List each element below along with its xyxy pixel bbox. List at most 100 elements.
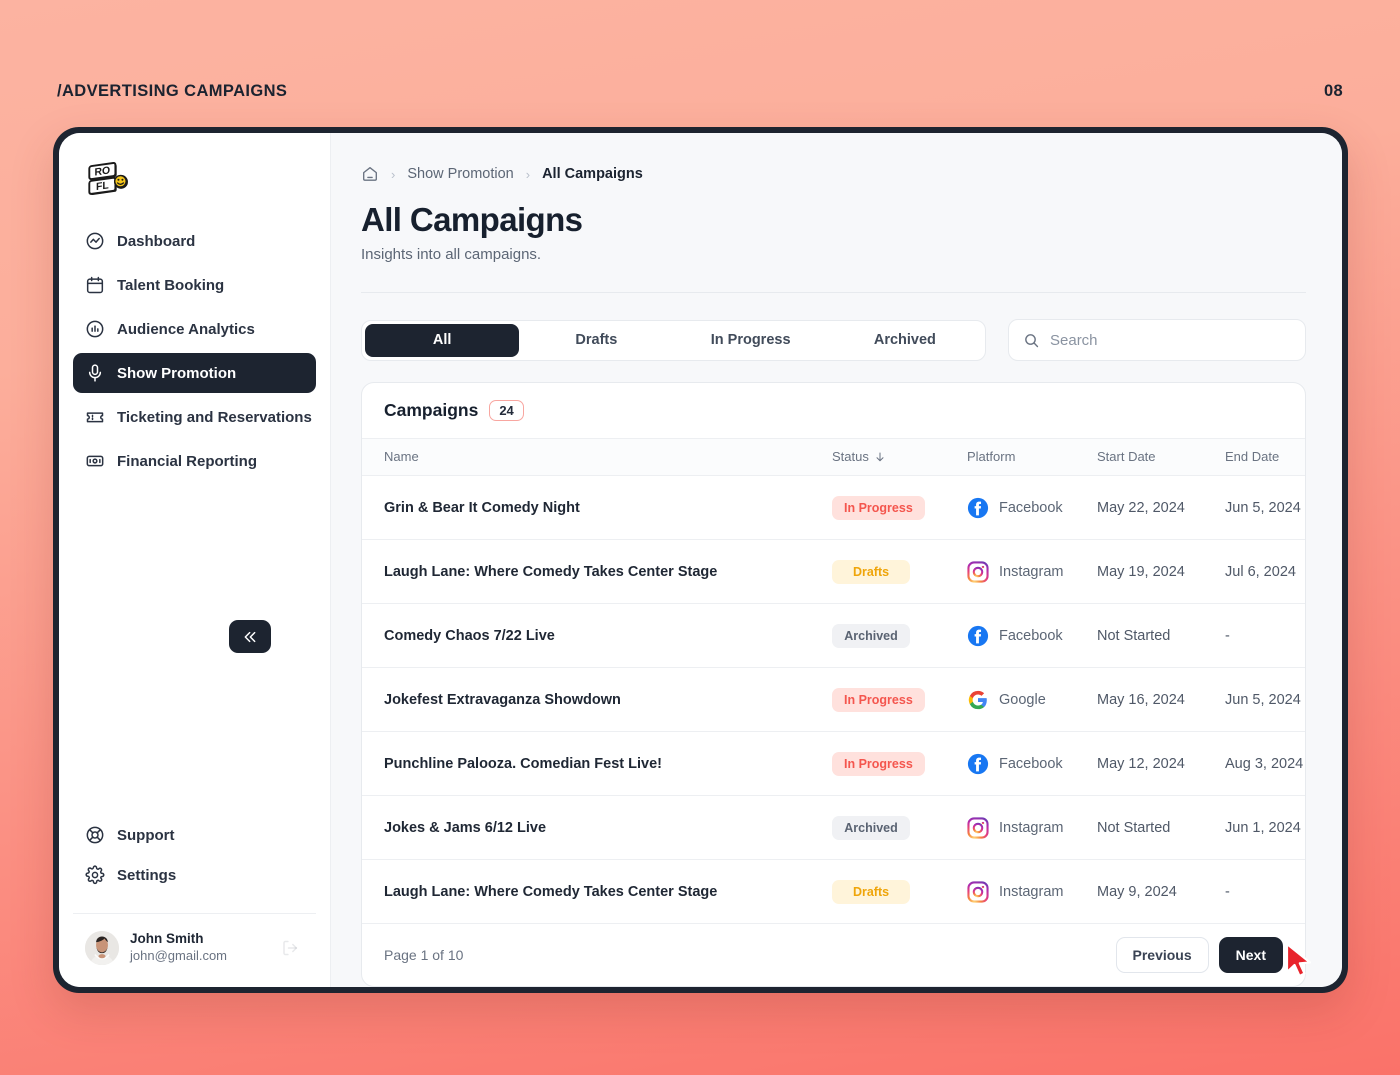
cell-end-date: - [1225,859,1305,925]
logout-icon [283,940,298,956]
sort-status-button[interactable]: Status [832,449,886,464]
user-name: John Smith [130,931,204,947]
cell-end-date: Jun 5, 2024 [1225,475,1305,541]
breadcrumb-item-all-campaigns: All Campaigns [542,166,643,182]
home-icon[interactable] [361,165,379,183]
sidebar-collapse-button[interactable] [229,620,271,653]
page-info: Page 1 of 10 [384,947,464,964]
cell-start-date: May 16, 2024 [1097,667,1225,733]
table-row[interactable]: Punchline Palooza. Comedian Fest Live! I… [362,731,1305,797]
tab-archived[interactable]: Archived [828,324,982,357]
main-content: › Show Promotion › All Campaigns All Cam… [331,133,1342,987]
previous-page-button[interactable]: Previous [1115,937,1209,974]
cell-start-date: May 19, 2024 [1097,539,1225,605]
sidebar-item-ticketing-and-reservations[interactable]: Ticketing and Reservations [73,397,316,437]
controls-row: All Drafts In Progress Archived [361,319,1306,361]
svg-text:FL: FL [96,180,109,193]
tab-drafts[interactable]: Drafts [519,324,673,357]
status-badge: Drafts [832,559,910,584]
cell-end-date: Jul 6, 2024 [1225,539,1305,605]
avatar [85,931,119,965]
table-row[interactable]: Grin & Bear It Comedy Night In Progress … [362,475,1305,541]
cell-start-date: Not Started [1097,795,1225,861]
cell-campaign-name: Jokefest Extravaganza Showdown [362,667,832,733]
column-header-name: Name [362,438,832,477]
instagram-icon [967,561,989,583]
breadcrumb-item-show-promotion[interactable]: Show Promotion [407,166,513,182]
platform-label: Facebook [999,627,1063,644]
sidebar-nav: Dashboard Talent Booking Audience Analyt… [59,211,330,481]
cell-platform: Instagram [967,795,1097,861]
sidebar-item-audience-analytics[interactable]: Audience Analytics [73,309,316,349]
cell-status: In Progress [832,667,967,733]
sidebar-item-label: Support [117,826,175,844]
page-label: /ADVERTISING CAMPAIGNS [57,82,288,100]
pagination-bar: Page 1 of 10 Previous Next [362,924,1305,986]
cell-platform: Facebook [967,475,1097,541]
cell-start-date: May 12, 2024 [1097,731,1225,797]
sidebar: RO FL Dashboard Talent Booking Audience … [59,133,331,987]
sidebar-item-label: Audience Analytics [117,320,255,338]
table-row[interactable]: Jokefest Extravaganza Showdown In Progre… [362,667,1305,733]
platform-label: Facebook [999,499,1063,516]
cell-campaign-name: Jokes & Jams 6/12 Live [362,795,832,861]
campaigns-card: Campaigns 24 Name Status Platform Start … [361,382,1306,987]
next-page-button[interactable]: Next [1218,937,1283,974]
cell-status: Drafts [832,859,967,925]
sidebar-item-dashboard[interactable]: Dashboard [73,221,316,261]
status-badge: In Progress [832,751,925,776]
campaign-count-badge: 24 [489,400,524,422]
tab-in-progress[interactable]: In Progress [674,324,828,357]
table-row[interactable]: Comedy Chaos 7/22 Live Archived Facebook… [362,603,1305,669]
cell-platform: Facebook [967,731,1097,797]
sidebar-item-settings[interactable]: Settings [73,855,316,895]
chevrons-left-icon [244,631,256,642]
search-icon [1025,333,1039,347]
column-header-status: Status [832,438,967,477]
user-email: john@gmail.com [130,948,228,964]
user-profile[interactable]: John Smith john@gmail.com [73,914,316,987]
cell-campaign-name: Comedy Chaos 7/22 Live [362,603,832,669]
table-body: Grin & Bear It Comedy Night In Progress … [362,475,1305,925]
search-input[interactable] [1050,331,1291,349]
table-row[interactable]: Jokes & Jams 6/12 Live Archived Instagra… [362,795,1305,861]
cell-status: Drafts [832,539,967,605]
chart-circle-icon [85,319,105,339]
cell-platform: Instagram [967,859,1097,925]
platform-label: Google [999,691,1046,708]
cell-end-date: Jun 5, 2024 [1225,667,1305,733]
sidebar-item-talent-booking[interactable]: Talent Booking [73,265,316,305]
table-row[interactable]: Laugh Lane: Where Comedy Takes Center St… [362,859,1305,925]
table-row[interactable]: Laugh Lane: Where Comedy Takes Center St… [362,539,1305,605]
header-divider [361,292,1306,293]
breadcrumb: › Show Promotion › All Campaigns [361,163,1306,185]
card-title: Campaigns [384,400,479,421]
platform-label: Instagram [999,563,1064,580]
sidebar-item-financial-reporting[interactable]: Financial Reporting [73,441,316,481]
sidebar-bottom: Support Settings John Smith john@gmail.c… [59,815,330,987]
sidebar-item-support[interactable]: Support [73,815,316,855]
search-box[interactable] [1008,319,1306,361]
cell-start-date: May 22, 2024 [1097,475,1225,541]
logout-button[interactable] [276,934,304,962]
app-window: RO FL Dashboard Talent Booking Audience … [53,127,1348,993]
tab-bar: All Drafts In Progress Archived [361,319,986,361]
svg-text:RO: RO [95,165,111,178]
calendar-icon [85,275,105,295]
sidebar-item-label: Dashboard [117,232,196,250]
cell-platform: Instagram [967,539,1097,605]
app-logo[interactable]: RO FL [59,133,330,211]
tab-all[interactable]: All [365,323,520,357]
column-header-start-date: Start Date [1097,438,1225,477]
instagram-icon [967,817,989,839]
cell-platform: Google [967,667,1097,733]
microphone-icon [85,363,105,383]
gear-icon [85,865,105,885]
cell-start-date: Not Started [1097,603,1225,669]
rofl-logo-icon: RO FL [88,161,128,196]
sidebar-item-label: Show Promotion [117,364,237,382]
google-icon [967,689,989,711]
sidebar-item-show-promotion[interactable]: Show Promotion [73,353,316,393]
cell-status: In Progress [832,731,967,797]
page-subtitle: Insights into all campaigns. [361,246,542,263]
